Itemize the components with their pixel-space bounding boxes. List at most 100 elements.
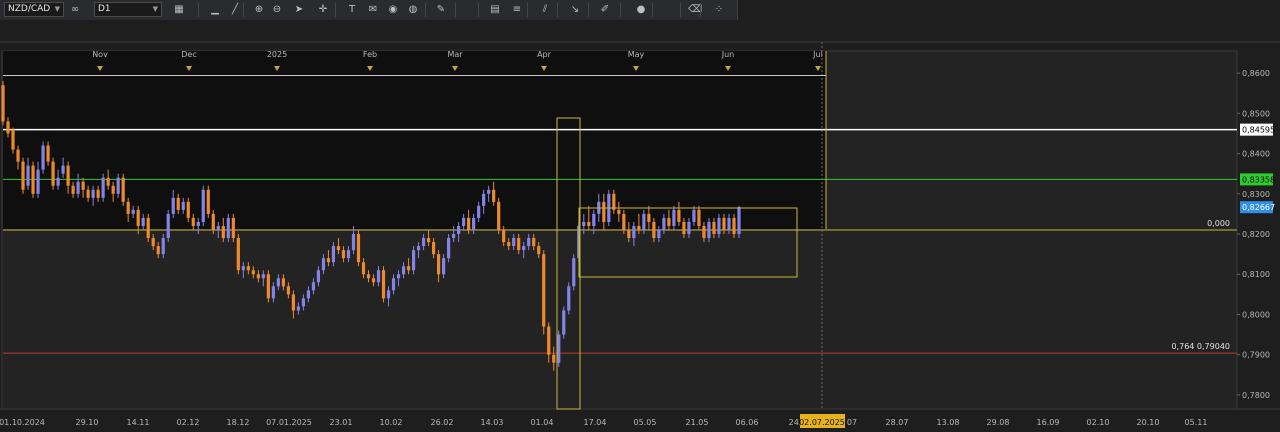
candle-body bbox=[101, 177, 105, 198]
candle-body bbox=[76, 181, 80, 194]
candle-body bbox=[21, 161, 25, 190]
candle bbox=[356, 230, 361, 267]
price-label: 0,8300 bbox=[1242, 190, 1270, 199]
price-label: 0,8500 bbox=[1242, 109, 1270, 118]
candle-body bbox=[652, 221, 656, 239]
month-label: Apr bbox=[537, 50, 552, 59]
candle bbox=[567, 282, 571, 315]
date-label: 02.12 bbox=[177, 418, 200, 427]
candle bbox=[236, 234, 240, 275]
candle-body bbox=[612, 193, 616, 210]
trendline-icon[interactable]: ╱ bbox=[228, 3, 242, 17]
toolbar-separator bbox=[527, 3, 528, 17]
candle-body bbox=[356, 234, 361, 263]
candle-body bbox=[91, 189, 95, 198]
candle-body bbox=[171, 197, 175, 214]
candle-body bbox=[366, 274, 371, 279]
timeframe-select[interactable]: D1 ▼ bbox=[94, 2, 162, 17]
fibonacci-icon[interactable]: ≡ bbox=[510, 3, 524, 17]
zoom-out-icon[interactable]: ⊖ bbox=[270, 3, 284, 17]
fib-level-label: 0,764 0,79040 bbox=[1171, 342, 1230, 351]
candle bbox=[206, 185, 210, 218]
candle-body bbox=[622, 213, 626, 230]
indicator-icon[interactable]: ⁘ bbox=[712, 3, 726, 17]
candle-body bbox=[677, 209, 681, 222]
candle-body bbox=[261, 274, 265, 279]
date-label: 26.02 bbox=[431, 418, 454, 427]
arrow-icon[interactable]: ↘ bbox=[568, 3, 582, 17]
candle-body bbox=[406, 266, 411, 271]
pencil-icon[interactable]: ✎ bbox=[434, 3, 448, 17]
candle-body bbox=[627, 230, 631, 239]
candle-body bbox=[532, 238, 536, 247]
circle-icon[interactable]: ● bbox=[634, 3, 648, 17]
candle-body bbox=[537, 246, 541, 255]
chart-type-icon[interactable]: ▦ bbox=[172, 3, 186, 17]
candle-body bbox=[131, 209, 135, 214]
candle-body bbox=[271, 286, 275, 299]
line-tool-icon[interactable]: ▁ bbox=[208, 3, 222, 17]
candle-body bbox=[467, 217, 471, 230]
candle-body bbox=[331, 246, 336, 263]
date-label: 05.11 bbox=[1185, 418, 1208, 427]
toolbar-separator bbox=[652, 3, 653, 17]
candle-body bbox=[281, 278, 285, 287]
candle-body bbox=[371, 278, 376, 283]
candle-body bbox=[617, 209, 621, 214]
link-icon[interactable]: ∞ bbox=[68, 3, 82, 17]
candle bbox=[166, 209, 170, 243]
toolbar-separator bbox=[478, 3, 479, 17]
candle bbox=[201, 185, 205, 226]
price-chart[interactable]: Nov Dec 2025 Feb Mar Apr May Jun Jul 01.10.2024 29… bbox=[0, 20, 1280, 432]
chart-toolbar: NZD/CAD ▼ ∞ D1 ▼ ▦ ▁ ╱ ⊕ ⊖ ➤ ✛ T ✉ ◉ ◍ ✎ ▤ ≡ ⫽ ↘ ✐ ● ⌫ ⁘ bbox=[0, 0, 738, 21]
symbol-select[interactable]: NZD/CAD ▼ bbox=[4, 2, 64, 17]
candle-body bbox=[737, 207, 741, 235]
candle-body bbox=[146, 217, 150, 239]
template-icon[interactable]: ▤ bbox=[488, 3, 502, 17]
pen-icon[interactable]: ✐ bbox=[598, 3, 612, 17]
candle-body bbox=[472, 217, 476, 230]
candle-body bbox=[637, 225, 641, 230]
date-label: 23.01 bbox=[330, 418, 353, 427]
text-icon[interactable]: T bbox=[345, 3, 359, 17]
candle bbox=[51, 157, 55, 190]
price-label: 0,8100 bbox=[1242, 270, 1270, 279]
timeframe-label: D1 bbox=[98, 4, 111, 14]
month-label: Nov bbox=[92, 50, 108, 59]
date-label: 05.05 bbox=[634, 418, 657, 427]
candle-body bbox=[592, 213, 596, 226]
candle-body bbox=[291, 294, 295, 311]
cursor-icon[interactable]: ➤ bbox=[292, 3, 306, 17]
candle bbox=[21, 157, 25, 194]
note-icon[interactable]: ✉ bbox=[366, 3, 380, 17]
channel-icon[interactable]: ⫽ bbox=[538, 3, 552, 17]
price-label: 0,8400 bbox=[1242, 150, 1270, 159]
candle-body bbox=[391, 278, 396, 291]
crosshair-icon[interactable]: ✛ bbox=[316, 3, 330, 17]
price-label: 0,8600 bbox=[1242, 69, 1270, 78]
zoom-in-icon[interactable]: ⊕ bbox=[252, 3, 266, 17]
toolbar-separator bbox=[425, 3, 426, 17]
candle bbox=[737, 205, 741, 239]
candle-body bbox=[321, 258, 326, 271]
candle-body bbox=[311, 282, 316, 291]
candle-body bbox=[306, 290, 311, 299]
toolbar-separator bbox=[243, 3, 244, 17]
candle-body bbox=[462, 217, 466, 226]
candle-body bbox=[126, 201, 130, 214]
candle-body bbox=[672, 209, 676, 226]
price-label: 0,8000 bbox=[1242, 310, 1270, 319]
zero-level-label: 0,000 bbox=[1207, 219, 1230, 228]
candle-body bbox=[512, 238, 516, 247]
candle-body bbox=[211, 213, 215, 230]
candle bbox=[542, 250, 546, 335]
white-level-label: 0,84595 bbox=[1242, 126, 1275, 135]
candle-body bbox=[351, 234, 356, 251]
candle-body bbox=[376, 270, 381, 283]
toolbar-separator bbox=[557, 3, 558, 17]
candle-body bbox=[326, 258, 331, 263]
candle-body bbox=[106, 177, 110, 186]
color-icon[interactable]: ◉ bbox=[386, 3, 400, 17]
globe-icon[interactable]: ◍ bbox=[406, 3, 420, 17]
candle-body bbox=[552, 354, 556, 363]
